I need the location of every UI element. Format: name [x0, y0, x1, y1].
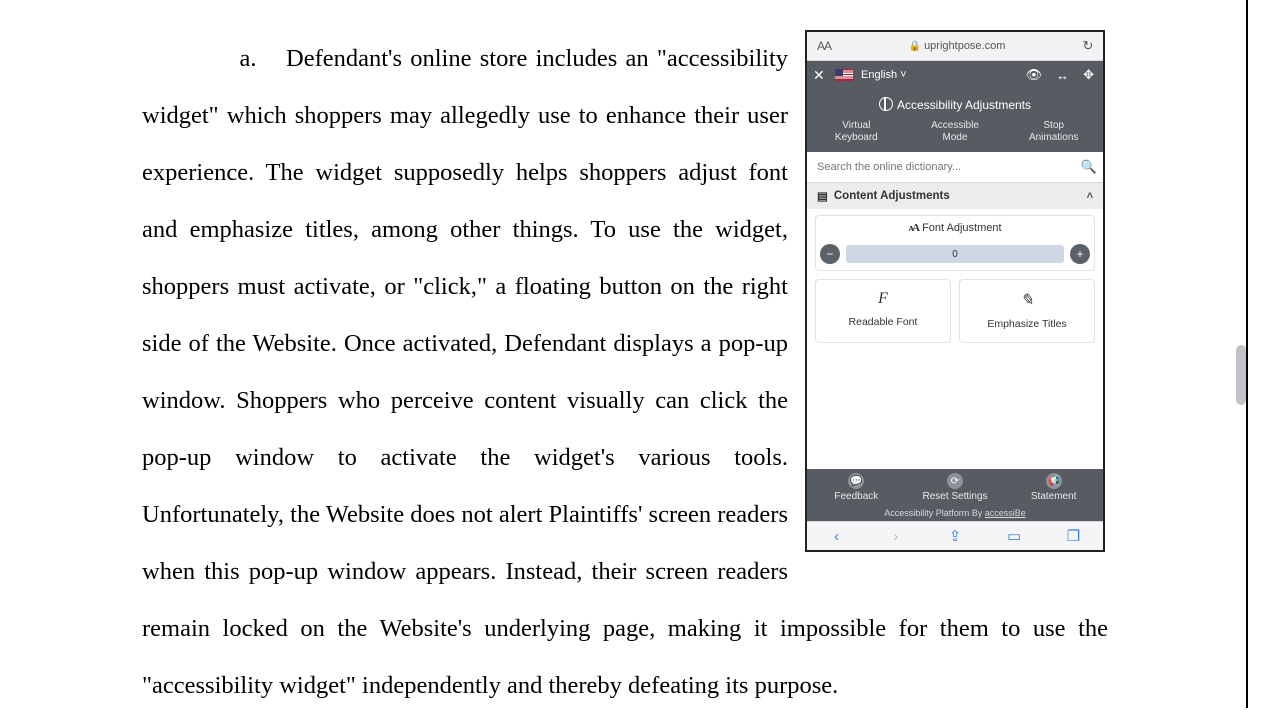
- search-icon[interactable]: 🔍: [1075, 159, 1103, 175]
- widget-heading: Accessibility Adjustments: [807, 89, 1103, 116]
- accessibe-link[interactable]: accessiBe: [985, 508, 1026, 518]
- widget-footer: 💬 Feedback ⟳ Reset Settings 📢 Statement …: [807, 469, 1103, 522]
- forward-button[interactable]: ›: [866, 528, 925, 545]
- font-size-icon: ᴀA: [908, 222, 918, 234]
- tiles-row: F Readable Font ✎ Emphasize Titles: [815, 279, 1095, 343]
- dictionary-search-row: 🔍: [807, 152, 1103, 183]
- font-slider: − 0 +: [820, 244, 1090, 264]
- chevron-up-icon: ˄: [1087, 190, 1093, 202]
- safari-bottom-bar: ‹ › ⇪ ▭ ❐: [807, 521, 1103, 550]
- accessibility-person-icon: [879, 97, 893, 111]
- address-field[interactable]: 🔒uprightpose.com: [841, 40, 1073, 52]
- lock-icon: 🔒: [909, 41, 921, 52]
- move-icon[interactable]: ✥: [1080, 67, 1097, 83]
- close-icon[interactable]: ✕: [813, 67, 827, 84]
- tabs-button[interactable]: ❐: [1044, 527, 1103, 545]
- megaphone-icon: 📢: [1046, 473, 1062, 489]
- reload-button[interactable]: ↻: [1073, 38, 1103, 54]
- document-page: a.Defendant's online store includes an "…: [0, 0, 1248, 708]
- horizontal-arrows-icon[interactable]: ↔: [1053, 68, 1072, 83]
- share-button[interactable]: ⇪: [925, 527, 984, 545]
- speech-bubble-icon: 💬: [848, 473, 864, 489]
- stop-animations-button[interactable]: StopAnimations: [1004, 116, 1103, 152]
- virtual-keyboard-button[interactable]: VirtualKeyboard: [807, 116, 906, 152]
- language-selector[interactable]: English ˅: [861, 69, 907, 81]
- domain-text: uprightpose.com: [924, 40, 1005, 52]
- section-label: Content Adjustments: [834, 190, 950, 202]
- phone-screenshot: AA 🔒uprightpose.com ↻ ✕ English ˅ 👁 ↔ ✥ …: [805, 30, 1105, 552]
- decrease-font-button[interactable]: −: [820, 244, 840, 264]
- statement-button[interactable]: 📢 Statement: [1004, 471, 1103, 504]
- increase-font-button[interactable]: +: [1070, 244, 1090, 264]
- body-text-before: Defendant's online store includes an "ac…: [142, 45, 788, 642]
- readable-font-tile[interactable]: F Readable Font: [815, 279, 951, 343]
- us-flag-icon: [835, 69, 853, 81]
- widget-title: Accessibility Adjustments: [897, 98, 1031, 112]
- widget-top-bar: ✕ English ˅ 👁 ↔ ✥: [807, 61, 1103, 89]
- content-adjustments-body: ᴀAFont Adjustment − 0 + F Readable Font …: [807, 209, 1103, 343]
- emphasize-titles-tile[interactable]: ✎ Emphasize Titles: [959, 279, 1095, 343]
- feedback-button[interactable]: 💬 Feedback: [807, 471, 906, 504]
- font-value-track[interactable]: 0: [846, 245, 1064, 263]
- accessible-mode-button[interactable]: AccessibleMode: [906, 116, 1005, 152]
- back-button[interactable]: ‹: [807, 528, 866, 545]
- dictionary-search-input[interactable]: [807, 161, 1075, 173]
- content-adjustments-header[interactable]: ▤ Content Adjustments ˄: [807, 183, 1103, 209]
- reset-settings-button[interactable]: ⟳ Reset Settings: [906, 471, 1005, 504]
- list-item-label: a.: [210, 30, 286, 87]
- book-icon: ▤: [817, 189, 828, 203]
- platform-credit: Accessibility Platform By accessiBe: [807, 506, 1103, 522]
- mode-buttons-row: VirtualKeyboard AccessibleMode StopAnima…: [807, 116, 1103, 152]
- safari-address-bar: AA 🔒uprightpose.com ↻: [807, 32, 1103, 61]
- emphasize-titles-icon: ✎: [964, 290, 1090, 310]
- readable-font-icon: F: [820, 290, 946, 308]
- page-scrollbar-thumb[interactable]: [1236, 345, 1246, 405]
- font-adjustment-card: ᴀAFont Adjustment − 0 +: [815, 215, 1095, 271]
- font-adjustment-label: ᴀAFont Adjustment: [820, 222, 1090, 234]
- bookmarks-button[interactable]: ▭: [985, 527, 1044, 545]
- reset-icon: ⟳: [947, 473, 963, 489]
- text-size-button[interactable]: AA: [807, 39, 841, 53]
- eye-icon[interactable]: 👁: [1023, 67, 1046, 83]
